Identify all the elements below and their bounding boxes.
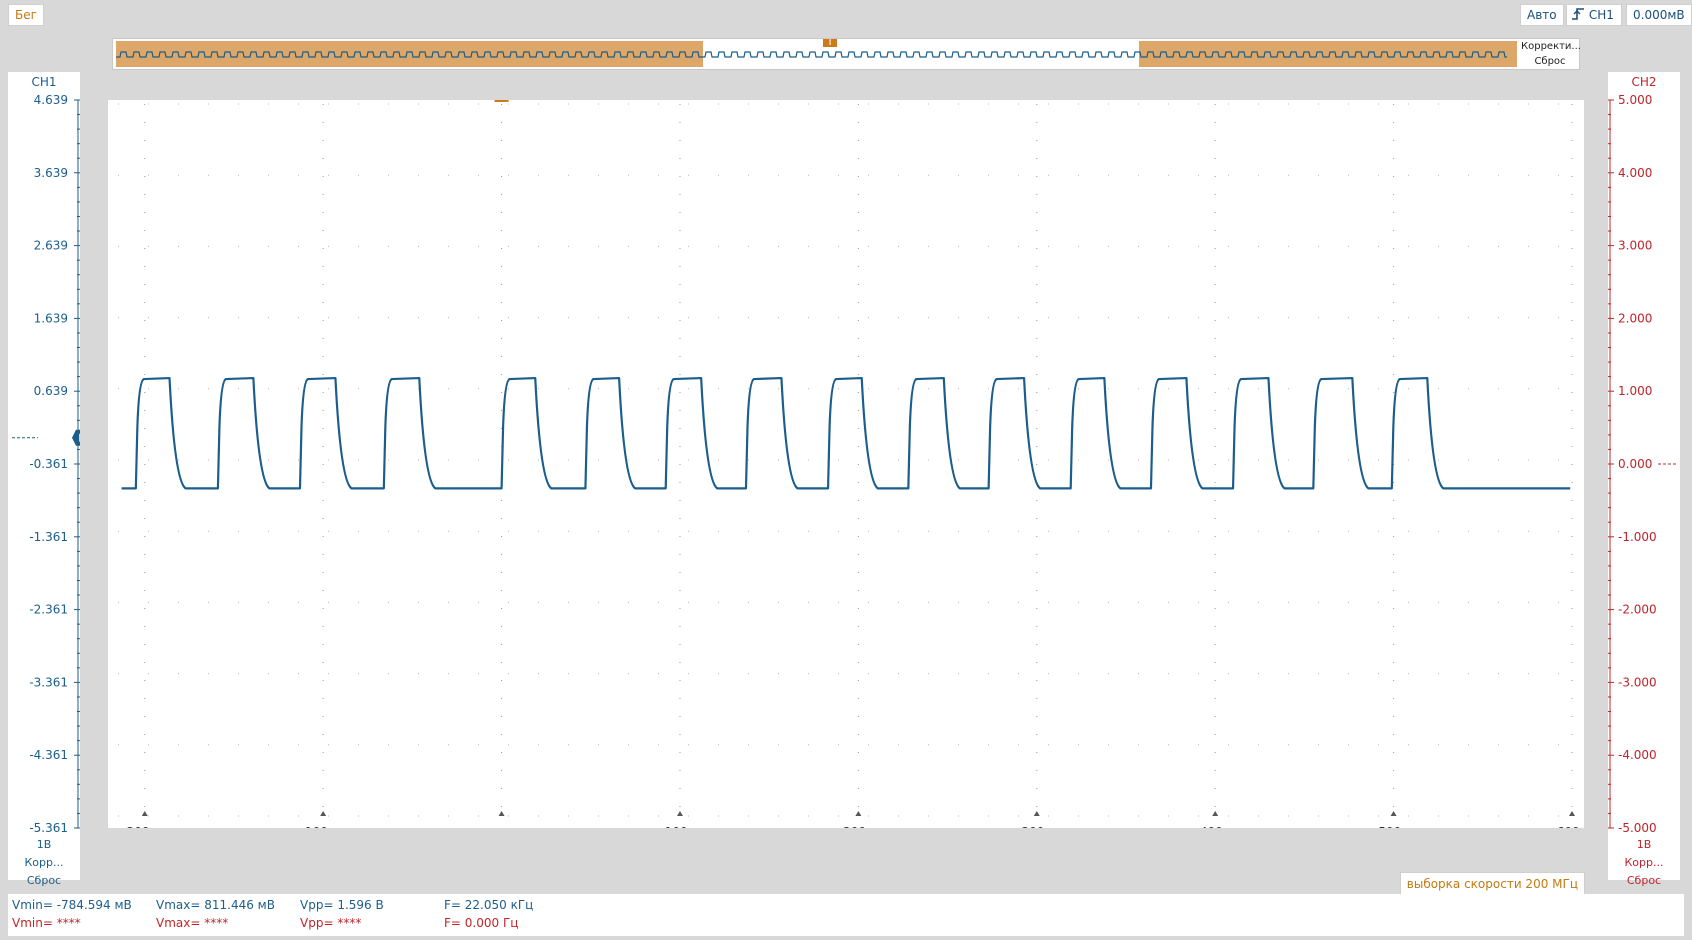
- time-tick-label: +400 us: [1190, 825, 1241, 828]
- trigger-marker-label: T: [498, 100, 506, 103]
- trigger-edge-icon: [1572, 8, 1584, 20]
- ch1-tick-label: -0.361: [29, 457, 68, 471]
- overview-trigger-label: T: [826, 39, 834, 48]
- time-tick-mark: [1390, 811, 1397, 816]
- trigger-mode-button[interactable]: Авто: [1520, 4, 1564, 26]
- ch1-tick-label: 1.639: [34, 311, 68, 325]
- ch1-vmin: Vmin= -784.594 мВ: [12, 898, 132, 912]
- ch1-scale-label[interactable]: 1В: [8, 836, 80, 854]
- ch2-vmin: Vmin= ****: [12, 916, 81, 930]
- trigger-source-button[interactable]: CH1: [1566, 4, 1622, 26]
- scope-plot[interactable]: -200 us-100 us0 us+100 us+200 us+300 us+…: [108, 88, 1597, 853]
- ch2-tick-label: -1.000: [1618, 530, 1657, 544]
- ch2-tick-label: -2.000: [1618, 603, 1657, 617]
- time-tick-mark: [320, 811, 327, 816]
- ch1-waveform: [121, 376, 1571, 490]
- ch2-axis: 5.000 4.000 3.000 2.000 1.000 0.000 -1.000 -2.0…: [1608, 93, 1678, 835]
- run-button[interactable]: Бег: [8, 4, 44, 26]
- ch2-scale-label[interactable]: 1В: [1608, 836, 1680, 854]
- ch2-tick-label: -4.000: [1618, 748, 1657, 762]
- ch2-tick-label: 2.000: [1618, 311, 1652, 325]
- time-tick-mark: [1033, 811, 1040, 816]
- ch1-freq: F= 22.050 кГц: [444, 898, 534, 912]
- sample-rate-label: выборка скорости 200 МГц: [1399, 872, 1585, 896]
- ch2-tick-label: 1.000: [1618, 384, 1652, 398]
- ch2-freq: F= 0.000 Гц: [444, 916, 519, 930]
- ch2-correct-reset[interactable]: Корр... Сброс: [1608, 854, 1680, 887]
- trigger-source-label: CH1: [1588, 8, 1614, 22]
- ch2-tick-label: -5.000: [1618, 821, 1657, 835]
- time-tick-label: -200 us: [122, 825, 167, 828]
- time-tick-mark: [676, 811, 683, 816]
- ch1-correct-reset[interactable]: Корр... Сброс: [8, 854, 80, 887]
- ch2-tick-label: -3.000: [1618, 675, 1657, 689]
- time-tick-label: +200 us: [833, 825, 884, 828]
- ch1-tick-label: -4.361: [29, 748, 68, 762]
- time-tick-label: -100 us: [301, 825, 346, 828]
- time-tick-mark: [1212, 811, 1219, 816]
- scope-waveform-area: -200 us-100 us0 us+100 us+200 us+300 us+…: [118, 88, 1597, 853]
- overview-reset-button[interactable]: Сброс: [1521, 55, 1579, 69]
- time-tick-mark: [1569, 811, 1575, 816]
- trigger-level-button[interactable]: 0.000мВ: [1626, 4, 1692, 26]
- waveform-overview[interactable]: T Корректи... Сброс: [112, 33, 1581, 70]
- ch1-tick-label: -3.361: [29, 675, 68, 689]
- ch1-vpp: Vpp= 1.596 В: [300, 898, 384, 912]
- time-tick-mark: [498, 811, 505, 816]
- ch2-tick-label: 4.000: [1618, 166, 1652, 180]
- ch2-tick-label: 0.000: [1618, 457, 1652, 471]
- ch1-vmax: Vmax= 811.446 мВ: [156, 898, 275, 912]
- ch2-vmax: Vmax= ****: [156, 916, 229, 930]
- ch1-tick-label: 4.639: [34, 93, 68, 107]
- time-tick-mark: [855, 811, 862, 816]
- ch1-tick-label: -2.361: [29, 603, 68, 617]
- ch1-tick-label: 2.639: [34, 239, 68, 253]
- ch1-tick-label: -1.361: [29, 530, 68, 544]
- overview-waveform: T: [116, 33, 1517, 67]
- time-tick-mark: [141, 811, 148, 816]
- ch1-axis-panel[interactable]: CH1 4.639 3.639 2.639 1.639 0.639 -0.361 -1.36…: [8, 72, 80, 887]
- ch2-tick-label: 3.000: [1618, 239, 1652, 253]
- ch1-tick-label: 0.639: [34, 384, 68, 398]
- ch1-axis: 4.639 3.639 2.639 1.639 0.639 -0.361 -1.361 -2.…: [12, 93, 80, 835]
- ch2-axis-panel[interactable]: CH2 5.000 4.000 3.000 2.000 1.000 0.000 -1.000…: [1608, 72, 1680, 887]
- time-tick-label: +300 us: [1011, 825, 1062, 828]
- overview-correct-button[interactable]: Корректи...: [1521, 40, 1581, 54]
- time-tick-label: +100 us: [655, 825, 706, 828]
- ch1-tick-label: 3.639: [34, 166, 68, 180]
- ch1-ground-marker-icon: [72, 429, 80, 446]
- ch2-tick-label: 5.000: [1618, 93, 1652, 107]
- ch2-vpp: Vpp= ****: [300, 916, 362, 930]
- time-tick-label: +600 us: [1547, 825, 1584, 828]
- overview-shade-right: [1139, 41, 1517, 67]
- time-tick-label: +500 us: [1368, 825, 1419, 828]
- ch1-tick-label: -5.361: [29, 821, 68, 835]
- measurements-panel: Vmin= -784.594 мВ Vmax= 811.446 мВ Vpp= …: [8, 894, 1684, 936]
